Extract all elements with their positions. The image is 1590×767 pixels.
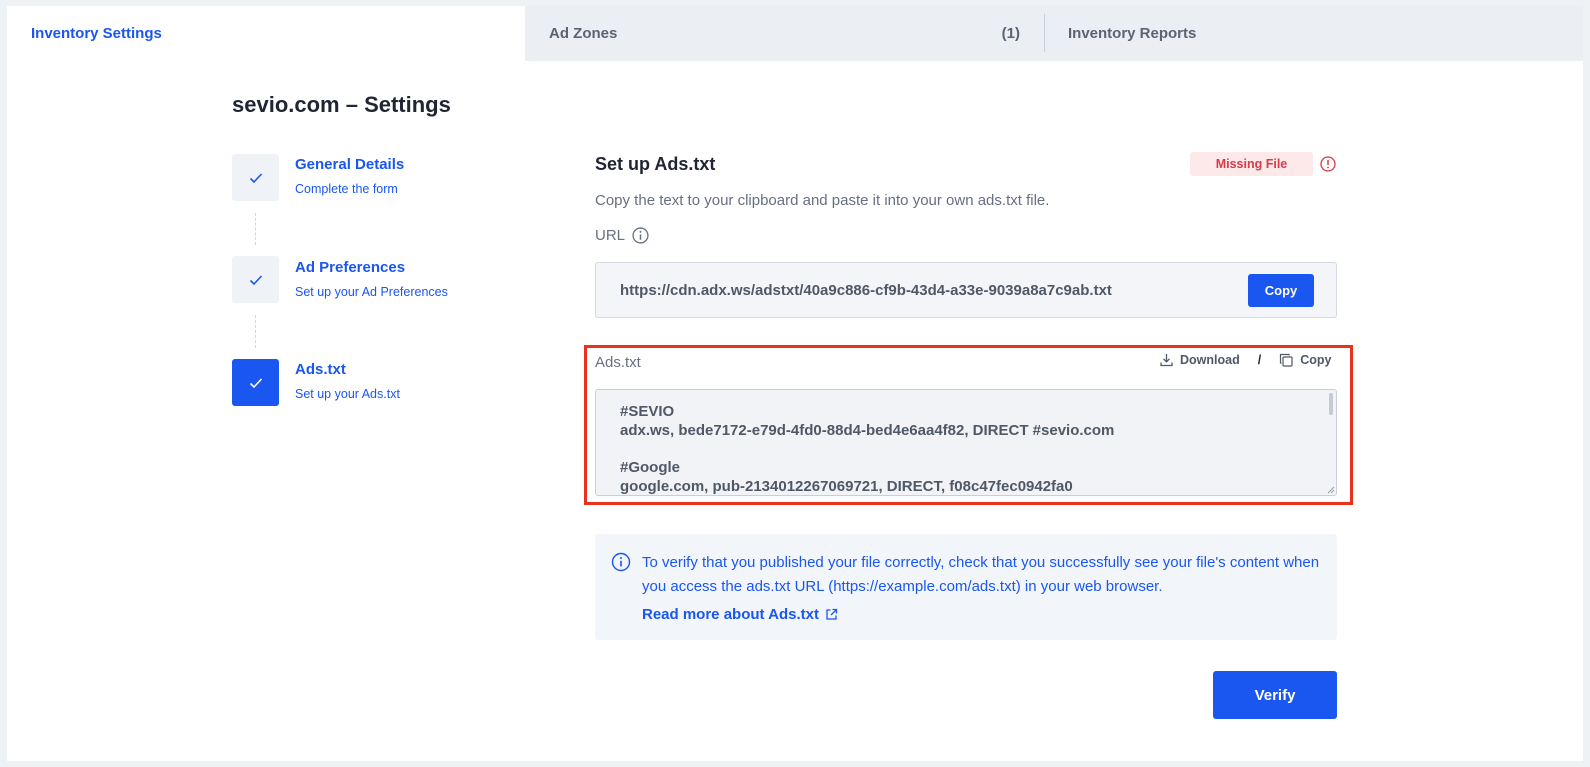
copy-icon	[1280, 353, 1293, 367]
info-icon[interactable]	[632, 227, 649, 244]
download-button[interactable]: Download	[1160, 353, 1240, 367]
tab-inventory-reports-label: Inventory Reports	[1068, 25, 1197, 42]
step-general-details-title[interactable]: General Details	[295, 156, 404, 173]
actions-separator: /	[1257, 353, 1262, 367]
ads-txt-textarea[interactable]: #SEVIO adx.ws, bede7172-e79d-4fd0-88d4-b…	[595, 389, 1337, 496]
resize-handle-icon[interactable]	[1327, 486, 1335, 494]
copy-url-button[interactable]: Copy	[1248, 274, 1314, 307]
step-general-details-subtitle: Complete the form	[295, 182, 398, 196]
status-badge: Missing File	[1190, 152, 1313, 176]
checkmark-icon	[249, 377, 262, 388]
copy-label: Copy	[1300, 353, 1332, 367]
read-more-label: Read more about Ads.txt	[642, 606, 819, 623]
tab-inventory-settings-label: Inventory Settings	[31, 25, 162, 42]
external-link-icon	[826, 608, 838, 620]
url-field[interactable]: https://cdn.adx.ws/adstxt/40a9c886-cf9b-…	[595, 262, 1337, 318]
read-more-link[interactable]: Read more about Ads.txt	[642, 606, 838, 623]
download-label: Download	[1180, 353, 1240, 367]
tab-ad-zones[interactable]: Ad Zones (1)	[525, 6, 1044, 61]
url-value: https://cdn.adx.ws/adstxt/40a9c886-cf9b-…	[620, 282, 1112, 299]
section-title: Set up Ads.txt	[595, 154, 716, 174]
copy-ads-txt-button[interactable]: Copy	[1279, 353, 1331, 367]
settings-card: Inventory Settings Ad Zones (1) Inventor…	[7, 6, 1583, 761]
ads-txt-line: google.com, pub-2134012267069721, DIRECT…	[620, 478, 1073, 495]
step-ads-txt-indicator[interactable]	[232, 359, 279, 406]
tab-inventory-reports[interactable]: Inventory Reports	[1045, 6, 1445, 61]
checkmark-icon	[249, 172, 262, 183]
ads-txt-actions: Download / Copy	[1160, 353, 1331, 367]
info-text: To verify that you published your file c…	[642, 554, 1320, 595]
page-title: sevio.com – Settings	[232, 92, 451, 117]
tab-ad-zones-label: Ad Zones	[549, 25, 618, 42]
checkmark-icon	[249, 274, 262, 285]
step-ad-preferences-title[interactable]: Ad Preferences	[295, 259, 405, 276]
ads-txt-line: adx.ws, bede7172-e79d-4fd0-88d4-bed4e6aa…	[620, 422, 1115, 439]
ads-txt-line: #Google	[620, 459, 681, 476]
url-label-row: URL	[595, 227, 649, 244]
scrollbar[interactable]	[1329, 393, 1333, 415]
tab-inventory-settings[interactable]: Inventory Settings	[7, 6, 525, 61]
info-panel: To verify that you published your file c…	[595, 534, 1337, 640]
step-ad-preferences-indicator[interactable]	[232, 256, 279, 303]
ads-txt-label: Ads.txt	[595, 354, 641, 371]
verify-button[interactable]: Verify	[1213, 671, 1337, 719]
instructions-text: Copy the text to your clipboard and past…	[595, 192, 1050, 209]
step-connector	[255, 315, 256, 348]
ads-txt-line: #SEVIO	[620, 403, 675, 420]
tab-bar: Inventory Settings Ad Zones (1) Inventor…	[7, 6, 1583, 61]
step-connector	[255, 213, 256, 245]
url-label: URL	[595, 227, 626, 244]
ad-zones-count: (1)	[1001, 25, 1020, 42]
alert-info-icon[interactable]	[1320, 156, 1336, 177]
step-ads-txt-subtitle: Set up your Ads.txt	[295, 387, 400, 401]
step-ad-preferences-subtitle: Set up your Ad Preferences	[295, 285, 448, 299]
step-general-details-indicator[interactable]	[232, 154, 279, 201]
step-ads-txt-title[interactable]: Ads.txt	[295, 361, 346, 378]
info-icon	[611, 552, 631, 577]
download-icon	[1160, 354, 1173, 367]
